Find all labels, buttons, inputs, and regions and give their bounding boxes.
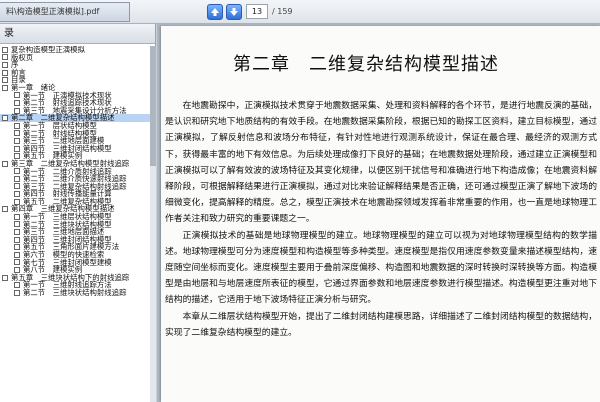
arrow-up-icon: [211, 8, 219, 16]
bookmark-checkbox-icon[interactable]: [14, 213, 20, 220]
bookmark-checkbox-icon[interactable]: [2, 61, 8, 68]
document-view[interactable]: 第二章 二维复杂结构模型描述 在地震勘探中，正演模拟技术贯穿于地震数据采集、处理…: [157, 24, 600, 402]
bookmark-checkbox-icon[interactable]: [14, 236, 20, 243]
bookmark-checkbox-icon[interactable]: [2, 160, 8, 167]
bookmark-label: 第二节 三维块状结构射线追踪: [23, 288, 127, 297]
page-total: / 159: [272, 7, 293, 16]
body-text: 在地震勘探中，正演模拟技术贯穿于地震数据采集、处理和资料解释的各个环节，是进行地…: [165, 98, 597, 341]
page-number-input[interactable]: 13: [246, 4, 268, 19]
previous-page-button[interactable]: [207, 4, 223, 20]
toolbar: 料\构造模型正演模拟].pdf 13 / 159: [0, 0, 600, 24]
bookmark-checkbox-icon[interactable]: [14, 137, 20, 144]
bookmark-checkbox-icon[interactable]: [2, 46, 8, 53]
bookmark-checkbox-icon[interactable]: [14, 130, 20, 137]
bookmark-checkbox-icon[interactable]: [14, 282, 20, 289]
bookmark-checkbox-icon[interactable]: [2, 54, 8, 61]
bookmark-checkbox-icon[interactable]: [2, 84, 8, 91]
bookmark-checkbox-icon[interactable]: [14, 221, 20, 228]
bookmark-checkbox-icon[interactable]: [14, 251, 20, 258]
bookmark-scrollbar-thumb[interactable]: [150, 46, 156, 166]
paragraph: 正演模拟技术的基础是地球物理模型的建立。地球物理模型的建立可以视为对地球物理模型…: [165, 230, 597, 306]
bookmark-checkbox-icon[interactable]: [2, 206, 8, 213]
bookmark-checkbox-icon[interactable]: [2, 69, 8, 76]
paragraph: 在地震勘探中，正演模拟技术贯穿于地震数据采集、处理和资料解释的各个环节，是进行地…: [165, 101, 597, 225]
next-page-button[interactable]: [226, 4, 242, 20]
bookmark-panel: 录 复杂构造模型正演模拟 版权页序前言 目录 第一章 绪论 第一节 正演模拟技术现状 第二…: [0, 24, 156, 402]
bookmark-checkbox-icon[interactable]: [14, 259, 20, 266]
bookmark-checkbox-icon[interactable]: [2, 115, 8, 122]
bookmark-checkbox-icon[interactable]: [14, 229, 20, 236]
bookmark-checkbox-icon[interactable]: [14, 92, 20, 99]
chapter-title: 第二章 二维复杂结构模型描述: [233, 54, 499, 75]
bookmark-checkbox-icon[interactable]: [14, 175, 20, 182]
bookmark-checkbox-icon[interactable]: [14, 191, 20, 198]
arrow-down-icon: [230, 8, 238, 16]
bookmark-checkbox-icon[interactable]: [14, 244, 20, 251]
bookmark-checkbox-icon[interactable]: [14, 145, 20, 152]
bookmark-item[interactable]: 版权页: [0, 53, 150, 62]
bookmark-list: 复杂构造模型正演模拟 版权页序前言 目录 第一章 绪论 第一节 正演模拟技术现状 第二节 …: [0, 46, 150, 402]
document-page: 第二章 二维复杂结构模型描述 在地震勘探中，正演模拟技术贯穿于地震数据采集、处理…: [161, 26, 600, 402]
bookmark-checkbox-icon[interactable]: [14, 183, 20, 190]
bookmark-checkbox-icon[interactable]: [14, 122, 20, 129]
bookmark-checkbox-icon[interactable]: [14, 289, 20, 296]
bookmark-panel-title: 录: [0, 24, 155, 44]
bookmark-item[interactable]: 第二节 三维块状结构射线追踪: [0, 289, 150, 297]
bookmark-checkbox-icon[interactable]: [14, 99, 20, 106]
bookmark-scrollbar[interactable]: [150, 46, 156, 402]
document-tab[interactable]: 料\构造模型正演模拟].pdf: [0, 2, 130, 22]
paragraph: 本章从二维层状结构模型开始，提出了二维封闭结构建模思路，详细描述了二维封闭结构模…: [165, 311, 597, 338]
bookmark-checkbox-icon[interactable]: [2, 274, 8, 281]
bookmark-checkbox-icon[interactable]: [2, 77, 8, 84]
bookmark-checkbox-icon[interactable]: [14, 168, 20, 175]
